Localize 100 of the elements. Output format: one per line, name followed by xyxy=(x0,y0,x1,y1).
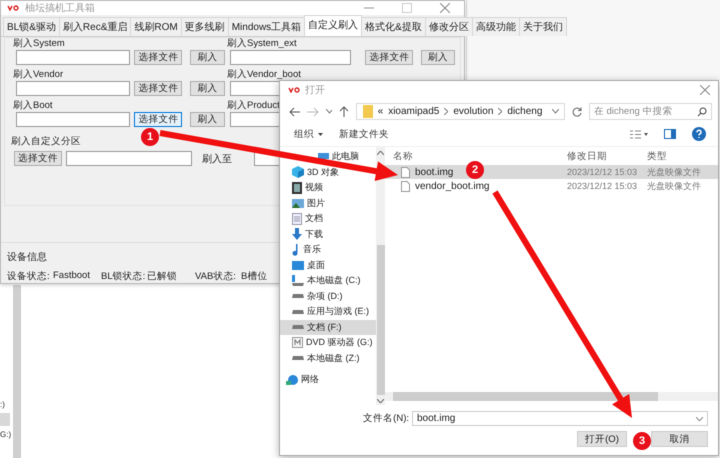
tab[interactable]: 关于我们 xyxy=(518,17,567,36)
sidebar-item[interactable]: :) xyxy=(0,398,12,411)
button[interactable]: 选择文件 xyxy=(134,81,182,96)
logo-icon xyxy=(288,87,300,93)
search-field[interactable]: 在 dicheng 中搜索 xyxy=(588,103,712,120)
button[interactable]: 刷入 xyxy=(190,81,225,96)
chevron-down-icon[interactable] xyxy=(326,109,332,114)
choose-file-button[interactable]: 选择文件 xyxy=(14,151,62,166)
scrollbar[interactable] xyxy=(376,147,385,405)
status-label: VAB状态: xyxy=(195,270,237,283)
group-label: 刷入Vendor_boot xyxy=(227,69,301,80)
status-label: BL锁状态: xyxy=(101,270,146,283)
group-label: 刷入Boot xyxy=(13,100,53,112)
column-header[interactable]: 名称 xyxy=(385,150,567,162)
sidebar-item[interactable]: 视频 xyxy=(280,180,376,196)
desktop-icon xyxy=(292,260,304,270)
chevron-right-icon xyxy=(498,108,502,115)
button[interactable]: 选择文件 xyxy=(134,50,182,66)
up-icon[interactable] xyxy=(339,106,349,117)
button[interactable]: 选择文件 xyxy=(365,50,414,66)
cancel-button[interactable]: 取消 xyxy=(651,431,708,447)
scrollbar[interactable] xyxy=(385,392,718,401)
download-icon xyxy=(292,228,302,240)
sidebar-item[interactable]: G:) xyxy=(0,428,12,441)
scroll-up-icon[interactable] xyxy=(377,151,384,155)
group-label: 刷入System xyxy=(13,38,65,50)
field-label: 刷入至 xyxy=(202,152,232,166)
film-icon xyxy=(292,182,302,194)
file-name: vendor_boot.img xyxy=(415,180,490,192)
column-header[interactable]: 修改日期 xyxy=(567,150,647,162)
open-button[interactable]: 打开(O) xyxy=(577,431,627,447)
drive-icon xyxy=(292,275,304,286)
breadcrumb[interactable]: xioamipad5 xyxy=(388,106,440,117)
breadcrumb[interactable]: dicheng xyxy=(507,106,542,117)
sidebar-item[interactable]: 图片 xyxy=(280,196,376,211)
sidebar-item[interactable]: 音乐 xyxy=(280,242,376,258)
window-title: 柚坛搞机工具箱 xyxy=(25,2,95,16)
column-header[interactable]: 类型 xyxy=(647,150,718,162)
sidebar-item[interactable]: 3D 对象 xyxy=(280,164,376,180)
caret-icon xyxy=(318,132,323,136)
close-icon[interactable] xyxy=(440,3,450,14)
input-field[interactable] xyxy=(16,50,130,66)
new-folder-button[interactable]: 新建文件夹 xyxy=(339,128,389,140)
sidebar-item[interactable]: 杂项 (D:) xyxy=(280,288,376,304)
tab[interactable]: BL锁&驱动 xyxy=(3,17,60,36)
sidebar-item[interactable]: 桌面 xyxy=(280,258,376,273)
group-label: 刷入自定义分区 xyxy=(11,136,81,148)
input-field[interactable] xyxy=(230,50,352,66)
search-icon xyxy=(696,106,707,116)
music-note-icon xyxy=(292,244,300,256)
back-icon[interactable] xyxy=(289,106,300,116)
tab[interactable]: 修改分区 xyxy=(424,17,473,36)
file-row[interactable]: vendor_boot.img 2023/12/12 15:03 光盘映像文件 xyxy=(385,179,718,193)
chevron-down-icon[interactable] xyxy=(552,109,560,114)
input-field[interactable] xyxy=(16,112,130,128)
sidebar-item[interactable]: 文档 (F:) xyxy=(280,320,376,335)
input-field[interactable] xyxy=(16,81,130,96)
close-icon[interactable] xyxy=(700,85,710,95)
button[interactable]: 刷入 xyxy=(421,50,455,66)
view-options-icon[interactable] xyxy=(630,130,648,138)
status-label: 设备状态: xyxy=(7,270,51,283)
status-value: B槽位 xyxy=(241,270,268,283)
organize-menu[interactable]: 组织 xyxy=(294,128,323,140)
address-bar[interactable]: « xioamipad5 evolution dicheng xyxy=(356,103,566,120)
document-icon xyxy=(292,212,302,225)
sidebar-item[interactable]: 下载 xyxy=(280,226,376,242)
dvd-drive-icon xyxy=(292,337,303,348)
computer-icon xyxy=(318,152,329,161)
drive-icon xyxy=(292,294,304,298)
breadcrumb[interactable]: evolution xyxy=(453,106,494,117)
sidebar-item[interactable]: 网络 xyxy=(280,372,376,388)
preview-pane-icon[interactable] xyxy=(664,129,676,139)
file-type: 光盘映像文件 xyxy=(647,166,701,178)
help-icon[interactable] xyxy=(692,127,706,141)
cube-icon xyxy=(292,166,304,178)
status-value: Fastboot xyxy=(53,270,91,283)
group-label: 刷入Vendor xyxy=(13,69,64,80)
sidebar-item[interactable]: DVD 驱动器 (G:) xyxy=(280,335,376,350)
dialog-title: 打开 xyxy=(305,84,325,97)
breadcrumb[interactable]: « xyxy=(378,106,384,117)
button[interactable]: 刷入 xyxy=(190,112,225,128)
file-icon xyxy=(401,180,410,192)
sidebar-item[interactable]: 本地磁盘 (C:) xyxy=(280,273,376,288)
field-label: 文件名(N): xyxy=(363,412,409,425)
filename-field[interactable]: boot.img xyxy=(412,411,708,426)
scrollbar[interactable] xyxy=(13,285,21,458)
drive-icon xyxy=(292,325,304,330)
button[interactable]: 选择文件 xyxy=(134,112,182,128)
refresh-icon[interactable] xyxy=(572,106,582,116)
group-label: 刷入System_ext xyxy=(227,38,297,50)
input-field[interactable] xyxy=(66,151,192,166)
drive-icon xyxy=(292,356,304,360)
sidebar-item[interactable]: 文档 xyxy=(280,211,376,226)
tab[interactable]: 高级功能 xyxy=(472,17,520,36)
scroll-down-icon[interactable] xyxy=(377,399,384,403)
button[interactable]: 刷入 xyxy=(190,50,225,66)
sidebar-item[interactable]: 应用与游戏 (E:) xyxy=(280,304,376,320)
sidebar-item[interactable]: 本地磁盘 (Z:) xyxy=(280,350,376,366)
tab[interactable]: 自定义刷入 xyxy=(304,15,362,36)
drive-icon xyxy=(292,310,304,314)
